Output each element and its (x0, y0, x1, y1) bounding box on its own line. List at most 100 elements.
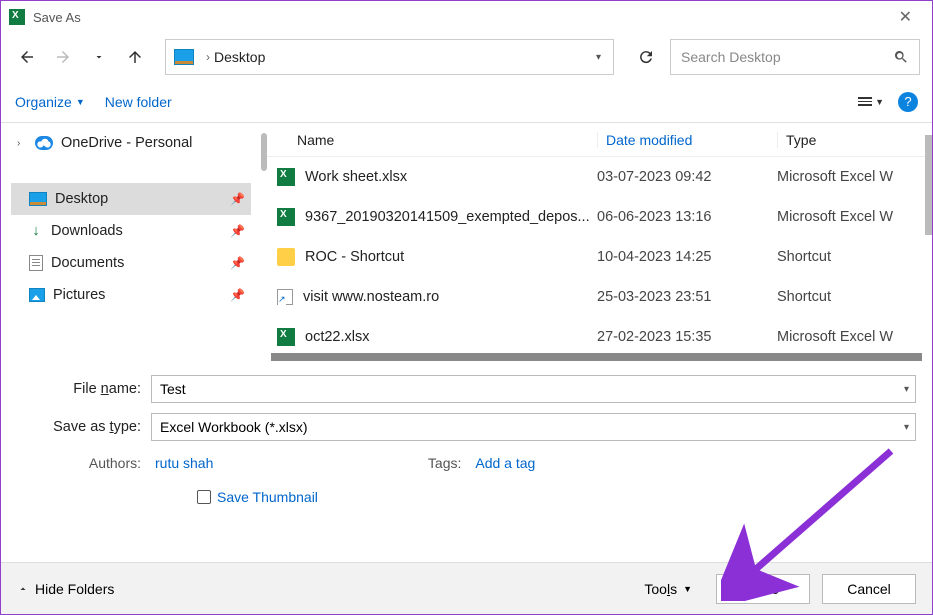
file-type: Microsoft Excel W (777, 329, 893, 345)
file-name: oct22.xlsx (305, 329, 369, 345)
tree-documents[interactable]: Documents 📌 (11, 247, 251, 279)
hide-folders-button[interactable]: Hide Folders (17, 581, 114, 597)
titlebar: Save As ✕ (1, 1, 932, 33)
thumbnail-label[interactable]: Save Thumbnail (217, 489, 318, 505)
file-row[interactable]: 9367_20190320141509_exempted_depos... 06-… (267, 197, 932, 237)
pin-icon[interactable]: 📌 (230, 224, 245, 238)
chevron-down-icon (93, 51, 105, 63)
column-headers: Name Date modified Type (267, 123, 932, 157)
file-name: 9367_20190320141509_exempted_depos... (305, 209, 590, 225)
form-area: File name: Test ▾ Save as type: Excel Wo… (1, 361, 932, 511)
file-row[interactable]: visit www.nosteam.ro 25-03-2023 23:51Shor… (267, 277, 932, 317)
up-button[interactable] (121, 43, 149, 71)
excel-file-icon (277, 168, 295, 186)
search-placeholder: Search Desktop (681, 49, 893, 65)
tree-pictures[interactable]: Pictures 📌 (11, 279, 251, 311)
saveastype-dropdown[interactable]: Excel Workbook (*.xlsx) ▾ (151, 413, 916, 441)
file-date: 06-06-2023 13:16 (597, 209, 777, 225)
saveastype-label: Save as type: (17, 419, 151, 435)
file-name: ROC - Shortcut (305, 249, 404, 265)
file-name: Work sheet.xlsx (305, 169, 407, 185)
tools-menu[interactable]: Tools ▼ (644, 581, 692, 597)
scrollbar[interactable] (261, 133, 267, 171)
authors-label: Authors: (47, 455, 151, 471)
column-modified[interactable]: Date modified (597, 132, 777, 148)
tree-downloads[interactable]: ↓ Downloads 📌 (11, 215, 251, 247)
onedrive-icon (35, 136, 53, 150)
forward-button[interactable] (49, 43, 77, 71)
file-list: Name Date modified Type Work sheet.xlsx 0… (261, 123, 932, 361)
search-icon (893, 49, 909, 65)
file-type: Microsoft Excel W (777, 169, 893, 185)
file-date: 25-03-2023 23:51 (597, 289, 777, 305)
excel-file-icon (277, 208, 295, 226)
chevron-down-icon[interactable]: ▾ (904, 422, 909, 433)
view-menu[interactable]: ▼ (858, 97, 884, 107)
new-folder-button[interactable]: New folder (105, 94, 172, 110)
folder-tree: › OneDrive - Personal Desktop 📌 ↓ Downlo… (1, 123, 261, 361)
column-name[interactable]: Name (267, 132, 597, 148)
file-type: Microsoft Excel W (777, 209, 893, 225)
back-button[interactable] (13, 43, 41, 71)
history-dropdown[interactable]: ▾ (592, 48, 605, 67)
toolbar: Organize ▼ New folder ▼ ? (1, 81, 932, 123)
folder-icon (277, 248, 295, 266)
filename-input[interactable]: Test ▾ (151, 375, 916, 403)
arrow-left-icon (18, 48, 36, 66)
file-date: 27-02-2023 15:35 (597, 329, 777, 345)
breadcrumb-path[interactable]: Desktop (214, 49, 265, 65)
chevron-up-icon (17, 583, 29, 595)
footer: Hide Folders Tools ▼ Save Cancel (1, 562, 932, 614)
arrow-up-icon (126, 48, 144, 66)
excel-icon (9, 9, 25, 25)
save-button[interactable]: Save (716, 574, 810, 604)
navbar: › Desktop ▾ Search Desktop (1, 33, 932, 81)
column-type[interactable]: Type (777, 132, 816, 148)
tags-label: Tags: (421, 455, 471, 471)
refresh-button[interactable] (630, 48, 662, 66)
breadcrumb[interactable]: › Desktop ▾ (165, 39, 614, 75)
file-date: 10-04-2023 14:25 (597, 249, 777, 265)
tree-desktop[interactable]: Desktop 📌 (11, 183, 251, 215)
pin-icon[interactable]: 📌 (230, 288, 245, 302)
desktop-icon (174, 49, 194, 65)
chevron-right-icon: › (206, 50, 210, 64)
chevron-right-icon: › (17, 138, 27, 149)
thumbnail-checkbox[interactable] (197, 490, 211, 504)
chevron-down-icon[interactable]: ▾ (904, 384, 909, 395)
documents-icon (29, 255, 43, 271)
excel-file-icon (277, 328, 295, 346)
file-type: Shortcut (777, 249, 831, 265)
scrollbar[interactable] (271, 353, 922, 361)
arrow-right-icon (54, 48, 72, 66)
scrollbar[interactable] (925, 135, 932, 235)
file-row[interactable]: Work sheet.xlsx 03-07-2023 09:42Microsoft… (267, 157, 932, 197)
file-type: Shortcut (777, 289, 831, 305)
file-date: 03-07-2023 09:42 (597, 169, 777, 185)
caret-down-icon: ▼ (875, 97, 884, 107)
shortcut-icon (277, 289, 293, 305)
download-icon: ↓ (29, 224, 43, 238)
recent-dropdown[interactable] (85, 43, 113, 71)
pin-icon[interactable]: 📌 (230, 256, 245, 270)
list-view-icon (858, 97, 872, 106)
tree-onedrive[interactable]: › OneDrive - Personal (11, 127, 251, 159)
filename-label: File name: (17, 381, 151, 397)
window-title: Save As (33, 10, 81, 25)
tags-value[interactable]: Add a tag (475, 455, 535, 471)
desktop-icon (29, 192, 47, 206)
file-name: visit www.nosteam.ro (303, 289, 439, 305)
caret-down-icon: ▼ (76, 97, 85, 107)
close-icon[interactable]: ✕ (887, 3, 924, 31)
search-input[interactable]: Search Desktop (670, 39, 920, 75)
file-row[interactable]: ROC - Shortcut 10-04-2023 14:25Shortcut (267, 237, 932, 277)
cancel-button[interactable]: Cancel (822, 574, 916, 604)
pin-icon[interactable]: 📌 (230, 192, 245, 206)
authors-value[interactable]: rutu shah (155, 455, 213, 471)
organize-menu[interactable]: Organize ▼ (15, 94, 85, 110)
refresh-icon (637, 48, 655, 66)
pictures-icon (29, 288, 45, 302)
caret-down-icon: ▼ (683, 584, 692, 594)
file-row[interactable]: oct22.xlsx 27-02-2023 15:35Microsoft Exce… (267, 317, 932, 357)
help-button[interactable]: ? (898, 92, 918, 112)
